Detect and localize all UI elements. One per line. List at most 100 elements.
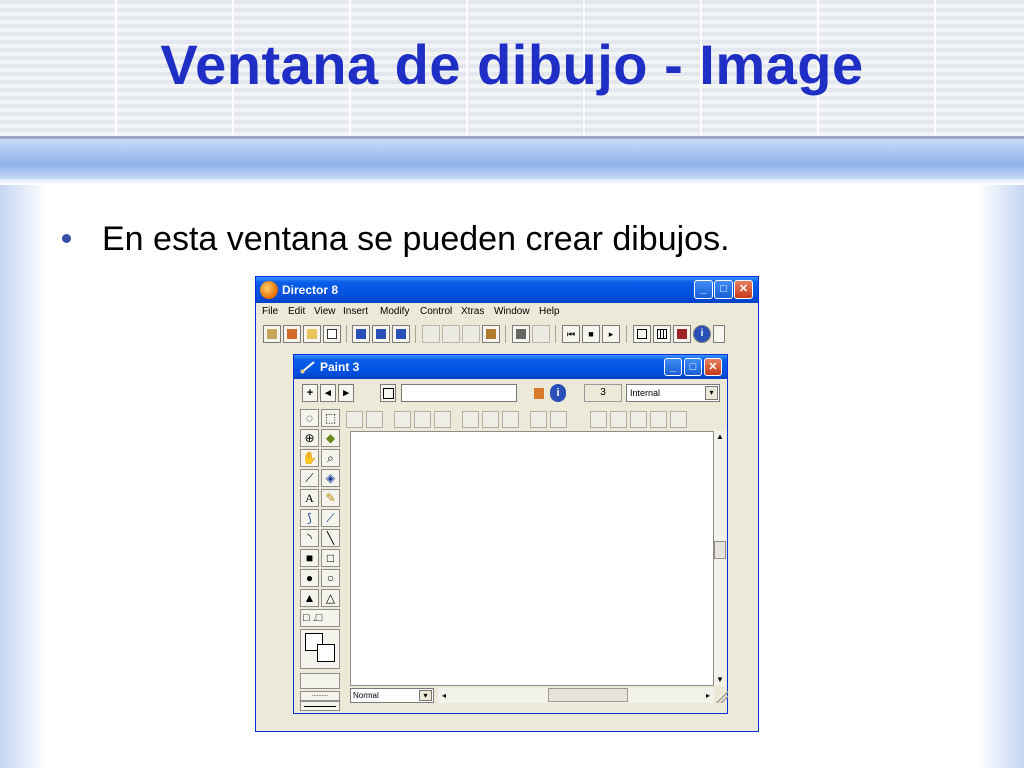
lighten-icon[interactable] (630, 411, 647, 428)
brush-icon[interactable]: ⟋ (321, 509, 340, 527)
paint-titlebar[interactable]: Paint 3 _ □ ✕ (294, 355, 727, 379)
pattern-selector[interactable] (300, 673, 340, 689)
scroll-up-icon[interactable]: ▲ (714, 431, 726, 443)
menu-file[interactable]: File (262, 306, 278, 317)
menu-xtras[interactable]: Xtras (461, 306, 484, 317)
rectangle-icon[interactable]: □ (321, 549, 340, 567)
menu-control[interactable]: Control (420, 306, 452, 317)
skew-icon[interactable] (462, 411, 479, 428)
flip-vertical-icon[interactable] (366, 411, 383, 428)
resize-grip-icon[interactable] (716, 688, 728, 703)
fill-icon[interactable] (590, 411, 607, 428)
save-all-icon[interactable] (372, 325, 390, 343)
line-icon[interactable]: ╲ (321, 529, 340, 547)
eraser-icon[interactable]: ◆ (321, 429, 340, 447)
free-rotate-icon[interactable] (434, 411, 451, 428)
save-compact-icon[interactable] (392, 325, 410, 343)
switch-colors-icon[interactable] (670, 411, 687, 428)
previous-cast-member-button[interactable]: ◂ (320, 384, 336, 402)
lasso-icon[interactable]: ◌ (300, 409, 319, 427)
horizontal-scroll-thumb[interactable] (548, 688, 628, 702)
minimize-button[interactable]: _ (694, 280, 713, 299)
new-cast-icon[interactable] (283, 325, 301, 343)
open-folder-icon[interactable] (303, 325, 321, 343)
save-icon[interactable] (352, 325, 370, 343)
score-window-icon[interactable] (673, 325, 691, 343)
chevron-down-icon[interactable]: ▾ (419, 690, 432, 701)
script-icon[interactable] (713, 325, 725, 343)
director-titlebar[interactable]: Director 8 _ □ ✕ (256, 277, 758, 303)
paint-minimize-button[interactable]: _ (664, 358, 682, 376)
filled-ellipse-icon[interactable]: ● (300, 569, 319, 587)
new-cast-member-button[interactable]: + (302, 384, 318, 402)
filled-polygon-icon[interactable]: ▲ (300, 589, 319, 607)
paste-icon[interactable] (482, 325, 500, 343)
cut-icon[interactable] (442, 325, 460, 343)
arc-icon[interactable]: ◝ (300, 529, 319, 547)
scroll-down-icon[interactable]: ▼ (714, 674, 726, 686)
rewind-icon[interactable]: ⏮ (562, 325, 580, 343)
maximize-button[interactable]: □ (714, 280, 733, 299)
color-swatches[interactable] (300, 629, 340, 669)
director-window: Director 8 _ □ ✕ File Edit View Insert M… (255, 276, 759, 732)
menu-window[interactable]: Window (494, 306, 530, 317)
play-icon[interactable]: ▸ (602, 325, 620, 343)
paint-close-button[interactable]: ✕ (704, 358, 722, 376)
horizontal-scrollbar[interactable]: ◂ ▸ (438, 688, 714, 703)
hand-icon[interactable]: ✋ (300, 449, 319, 467)
text-tool-icon[interactable]: A (300, 489, 319, 507)
ellipse-icon[interactable]: ○ (321, 569, 340, 587)
find-cast-icon[interactable] (512, 325, 530, 343)
air-brush-icon[interactable]: ⟆ (300, 509, 319, 527)
cast-member-script-icon[interactable] (531, 384, 547, 402)
gradient-colors-icon[interactable]: □ .□ (300, 609, 340, 627)
menu-modify[interactable]: Modify (380, 306, 409, 317)
marquee-icon[interactable]: ⬚ (321, 409, 340, 427)
line-width-selector[interactable] (300, 701, 340, 711)
menu-view[interactable]: View (314, 306, 336, 317)
exchange-cast-icon[interactable] (532, 325, 550, 343)
info-icon[interactable]: i (693, 325, 711, 343)
cast-member-properties-icon[interactable]: i (550, 384, 566, 402)
menu-help[interactable]: Help (539, 306, 560, 317)
new-movie-icon[interactable] (263, 325, 281, 343)
eyedropper-icon[interactable]: ⟋ (300, 469, 319, 487)
next-cast-member-button[interactable]: ▸ (338, 384, 354, 402)
cast-library-select[interactable]: Internal ▾ (626, 384, 720, 402)
copy-icon[interactable] (462, 325, 480, 343)
rotate-right-icon[interactable] (414, 411, 431, 428)
warp-icon[interactable] (482, 411, 499, 428)
import-icon[interactable] (323, 325, 341, 343)
paint-canvas[interactable] (350, 431, 714, 686)
rotate-left-icon[interactable] (394, 411, 411, 428)
menu-edit[interactable]: Edit (288, 306, 305, 317)
magnifier-icon[interactable]: ⌕ (321, 449, 340, 467)
polygon-icon[interactable]: △ (321, 589, 340, 607)
menu-insert[interactable]: Insert (343, 306, 368, 317)
invert-icon[interactable] (610, 411, 627, 428)
filled-rectangle-icon[interactable]: ■ (300, 549, 319, 567)
vertical-scroll-thumb[interactable] (714, 541, 726, 559)
trace-edges-icon[interactable] (550, 411, 567, 428)
paint-bucket-icon[interactable]: ◈ (321, 469, 340, 487)
stop-icon[interactable]: ■ (582, 325, 600, 343)
stage-window-icon[interactable] (633, 325, 651, 343)
close-button[interactable]: ✕ (734, 280, 753, 299)
cast-window-icon[interactable] (653, 325, 671, 343)
chevron-down-icon[interactable]: ▾ (705, 386, 718, 400)
paint-maximize-button[interactable]: □ (684, 358, 702, 376)
scroll-right-icon[interactable]: ▸ (702, 688, 714, 703)
registration-point-icon[interactable]: ⊕ (300, 429, 319, 447)
line-width-dotted[interactable]: .......... (300, 691, 340, 701)
cast-member-name-input[interactable] (401, 384, 517, 402)
darken-icon[interactable] (650, 411, 667, 428)
flip-horizontal-icon[interactable] (346, 411, 363, 428)
undo-icon[interactable] (422, 325, 440, 343)
smooth-icon[interactable] (530, 411, 547, 428)
pencil-icon[interactable]: ✎ (321, 489, 340, 507)
ink-select[interactable]: Normal ▾ (350, 688, 434, 703)
perspective-icon[interactable] (502, 411, 519, 428)
scroll-left-icon[interactable]: ◂ (438, 688, 450, 703)
drag-cast-member-icon[interactable] (380, 384, 396, 402)
vertical-scrollbar[interactable]: ▲ ▼ (714, 431, 726, 686)
